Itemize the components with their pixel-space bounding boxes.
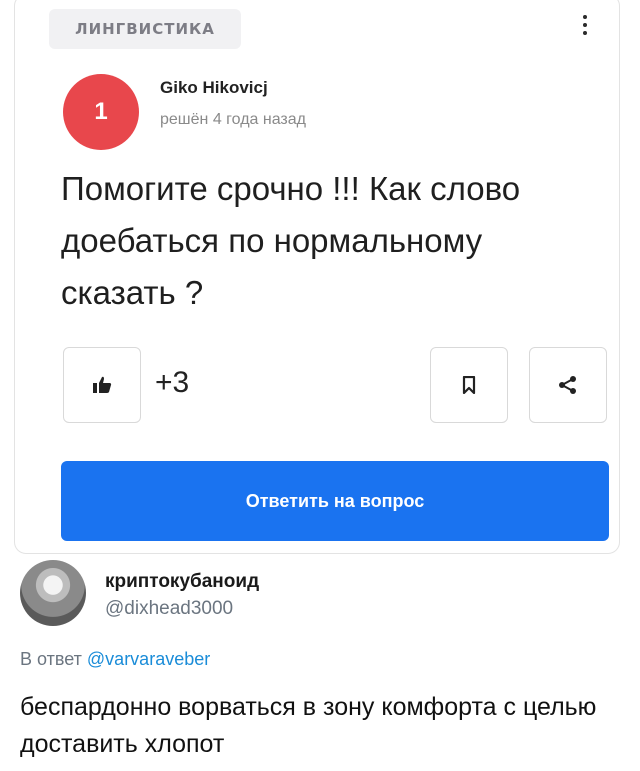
- reply-prefix: В ответ: [20, 649, 82, 669]
- author-name[interactable]: Giko Hikovicj: [160, 78, 268, 98]
- avatar[interactable]: [20, 560, 86, 626]
- category-tag[interactable]: ЛИНГВИСТИКА: [49, 9, 241, 49]
- share-icon: [559, 376, 576, 394]
- display-name[interactable]: криптокубаноид: [105, 571, 259, 593]
- bookmark-button[interactable]: [430, 347, 508, 423]
- solved-status: решён 4 года назад: [160, 111, 306, 128]
- like-button[interactable]: [63, 347, 141, 423]
- reply-to-link[interactable]: @varvaraveber: [87, 649, 210, 669]
- share-button[interactable]: [529, 347, 607, 423]
- user-handle[interactable]: @dixhead3000: [105, 598, 233, 620]
- vote-count: +3: [155, 366, 190, 399]
- tweet-text: беспардонно ворваться в зону комфорта с …: [20, 693, 597, 758]
- question-card: ЛИНГВИСТИКА 1 Giko Hikovicj решён 4 года…: [14, 0, 620, 554]
- question-text: Помогите срочно !!! Как слово доебаться …: [61, 170, 521, 311]
- reply-context: В ответ @varvaraveber: [20, 649, 210, 670]
- rank-badge[interactable]: 1: [63, 74, 139, 150]
- answer-question-button[interactable]: Ответить на вопрос: [61, 461, 609, 541]
- bookmark-icon: [462, 376, 476, 394]
- more-vertical-icon[interactable]: [580, 15, 590, 39]
- thumbs-up-icon: [93, 376, 112, 393]
